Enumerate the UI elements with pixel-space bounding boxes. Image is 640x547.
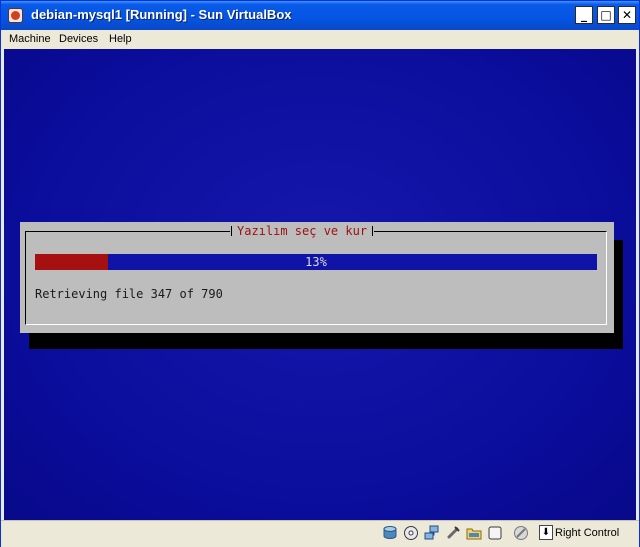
close-button[interactable]: ✕ — [618, 6, 636, 24]
mouse-integration-icon[interactable] — [513, 525, 529, 541]
progress-percent: 13% — [305, 255, 327, 269]
host-key-label: Right Control — [555, 527, 620, 539]
display-icon[interactable] — [487, 525, 503, 541]
status-text: Retrieving file 347 of 790 — [35, 287, 223, 301]
network-icon[interactable] — [424, 525, 440, 541]
menu-bar: Machine Devices Help — [1, 30, 639, 49]
usb-icon[interactable] — [445, 525, 461, 541]
status-bar: ⬇ Right Control — [1, 520, 639, 547]
hard-disk-icon[interactable] — [382, 525, 398, 541]
virtualbox-app-icon[interactable] — [8, 8, 23, 23]
menu-help[interactable]: Help — [109, 33, 132, 45]
virtualbox-window: debian-mysql1 [Running] - Sun VirtualBox… — [0, 0, 640, 547]
maximize-button[interactable]: □ — [597, 6, 615, 24]
menu-machine[interactable]: Machine — [9, 33, 51, 45]
title-bar[interactable]: debian-mysql1 [Running] - Sun VirtualBox… — [1, 1, 639, 30]
menu-devices[interactable]: Devices — [59, 33, 98, 45]
dialog-frame — [25, 231, 607, 325]
shared-folders-icon[interactable] — [466, 525, 482, 541]
host-key-icon: ⬇ — [539, 525, 553, 540]
cd-dvd-icon[interactable] — [403, 525, 419, 541]
minimize-button[interactable]: _ — [575, 6, 593, 24]
window-title: debian-mysql1 [Running] - Sun VirtualBox — [31, 7, 292, 22]
dialog-title: Yazılım seç ve kur — [230, 222, 375, 240]
progress-bar: 13% — [35, 254, 597, 270]
installer-dialog: Yazılım seç ve kur 13% Retrieving file 3… — [20, 222, 614, 333]
guest-screen[interactable]: Yazılım seç ve kur 13% Retrieving file 3… — [4, 49, 636, 520]
